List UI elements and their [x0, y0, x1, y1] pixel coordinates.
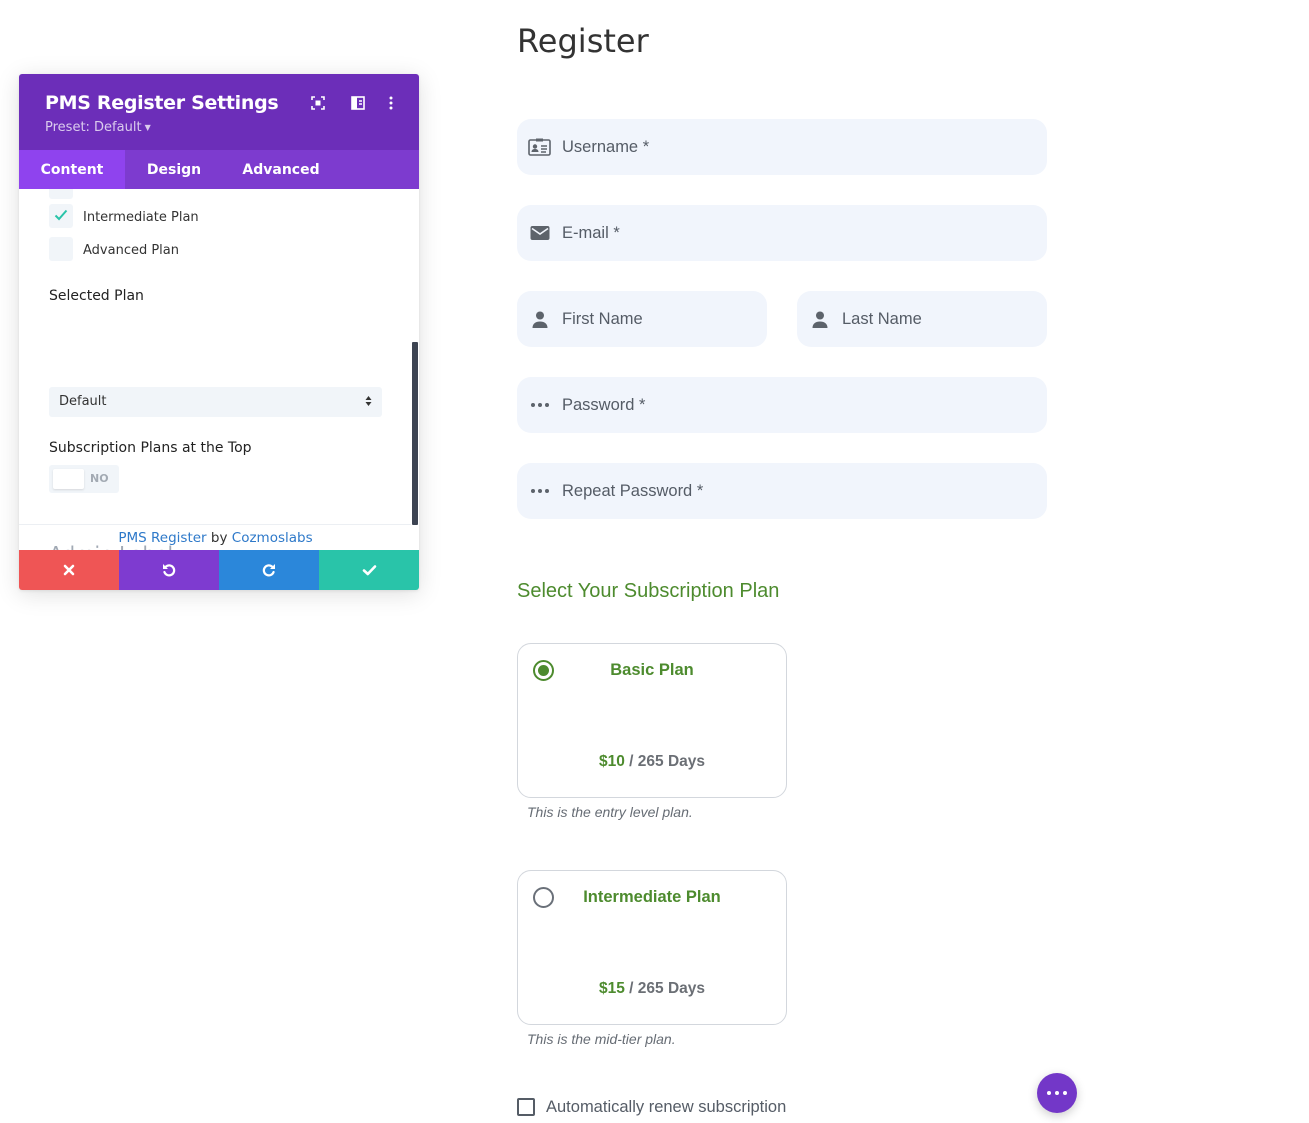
plan-price: $10 / 265 Days	[518, 753, 786, 771]
plan-price: $15 / 265 Days	[518, 980, 786, 998]
id-card-icon	[528, 137, 551, 157]
expand-icon[interactable]	[309, 94, 327, 112]
plans-heading: Select Your Subscription Plan	[517, 580, 780, 602]
cancel-button[interactable]	[19, 550, 119, 590]
email-input[interactable]: E-mail *	[517, 205, 1047, 261]
plan-price-period: / 265 Days	[629, 980, 706, 997]
tab-content[interactable]: Content	[19, 150, 125, 189]
plan-card-basic[interactable]: Basic Plan $10 / 265 Days	[517, 643, 787, 798]
panel-scrollbar[interactable]	[412, 342, 418, 525]
user-icon	[528, 309, 551, 329]
plan-checkbox-basic[interactable]	[49, 189, 73, 199]
dot	[1047, 1091, 1051, 1095]
first-name-input[interactable]: First Name	[517, 291, 767, 347]
plan-description: This is the entry level plan.	[527, 804, 693, 820]
top-plans-toggle[interactable]: NO	[49, 465, 119, 493]
first-name-placeholder: First Name	[562, 310, 643, 328]
page-title: Register	[517, 22, 649, 60]
panel-header: PMS Register Settings Preset: Default ▼	[19, 74, 419, 150]
dot	[1063, 1091, 1067, 1095]
plan-checkbox-label: Intermediate Plan	[83, 210, 199, 225]
repeat-password-placeholder: Repeat Password *	[562, 482, 704, 500]
top-plans-label: Subscription Plans at the Top	[49, 440, 252, 456]
more-vertical-icon[interactable]	[382, 94, 400, 112]
selected-plan-select[interactable]: Default	[49, 387, 382, 417]
undo-icon	[163, 564, 176, 577]
plan-checkbox-intermediate[interactable]	[49, 204, 73, 228]
save-button[interactable]	[319, 550, 419, 590]
check-icon	[54, 209, 68, 221]
selected-plan-label: Selected Plan	[49, 288, 144, 304]
plan-name: Basic Plan	[610, 661, 694, 679]
more-options-button[interactable]	[1037, 1073, 1077, 1113]
check-icon	[362, 565, 376, 576]
password-placeholder: Password *	[562, 396, 646, 414]
panel-body: Intermediate Plan Advanced Plan Selected…	[19, 189, 419, 550]
plan-description: This is the mid-tier plan.	[527, 1031, 676, 1047]
settings-panel: PMS Register Settings Preset: Default ▼ C…	[19, 74, 419, 590]
panel-title: PMS Register Settings	[45, 92, 279, 114]
tab-advanced[interactable]: Advanced	[223, 150, 339, 189]
password-dots-icon	[528, 395, 551, 415]
last-name-placeholder: Last Name	[842, 310, 922, 328]
close-icon	[63, 564, 75, 576]
toggle-knob	[53, 469, 84, 489]
redo-button[interactable]	[219, 550, 319, 590]
preset-selector[interactable]: Preset: Default ▼	[45, 120, 151, 135]
repeat-password-input[interactable]: Repeat Password *	[517, 463, 1047, 519]
username-placeholder: Username *	[562, 138, 650, 156]
password-dots-icon	[528, 481, 551, 501]
undo-button[interactable]	[119, 550, 219, 590]
auto-renew-label[interactable]: Automatically renew subscription	[546, 1098, 786, 1117]
envelope-icon	[528, 223, 551, 243]
selected-plan-value: Default	[59, 394, 107, 409]
select-arrows-icon	[365, 396, 372, 406]
credit-line: PMS Register by Cozmoslabs	[19, 530, 412, 546]
plan-price-period: / 265 Days	[629, 753, 706, 770]
auto-renew-checkbox[interactable]	[517, 1098, 535, 1116]
plan-price-amount: $10	[598, 753, 625, 770]
plan-card-intermediate[interactable]: Intermediate Plan $15 / 265 Days	[517, 870, 787, 1025]
username-input[interactable]: Username *	[517, 119, 1047, 175]
password-input[interactable]: Password *	[517, 377, 1047, 433]
plugin-link[interactable]: PMS Register	[118, 530, 206, 546]
redo-icon	[262, 564, 275, 577]
caret-down-icon: ▼	[144, 123, 151, 132]
plan-checkbox-label: Advanced Plan	[83, 243, 180, 258]
preset-label: Preset: Default	[45, 120, 142, 135]
columns-icon[interactable]	[349, 94, 367, 112]
user-icon	[808, 309, 831, 329]
action-bar	[19, 550, 419, 590]
plan-checkbox-advanced[interactable]	[49, 237, 73, 261]
author-link[interactable]: Cozmoslabs	[232, 530, 313, 546]
dot	[1055, 1091, 1059, 1095]
plan-price-amount: $15	[598, 980, 625, 997]
divider	[19, 524, 411, 525]
tab-design[interactable]: Design	[125, 150, 223, 189]
toggle-value: NO	[90, 472, 109, 485]
last-name-input[interactable]: Last Name	[797, 291, 1047, 347]
plan-name: Intermediate Plan	[583, 888, 721, 906]
credit-by: by	[210, 530, 228, 546]
email-placeholder: E-mail *	[562, 224, 620, 242]
tab-bar: Content Design Advanced	[19, 150, 419, 189]
